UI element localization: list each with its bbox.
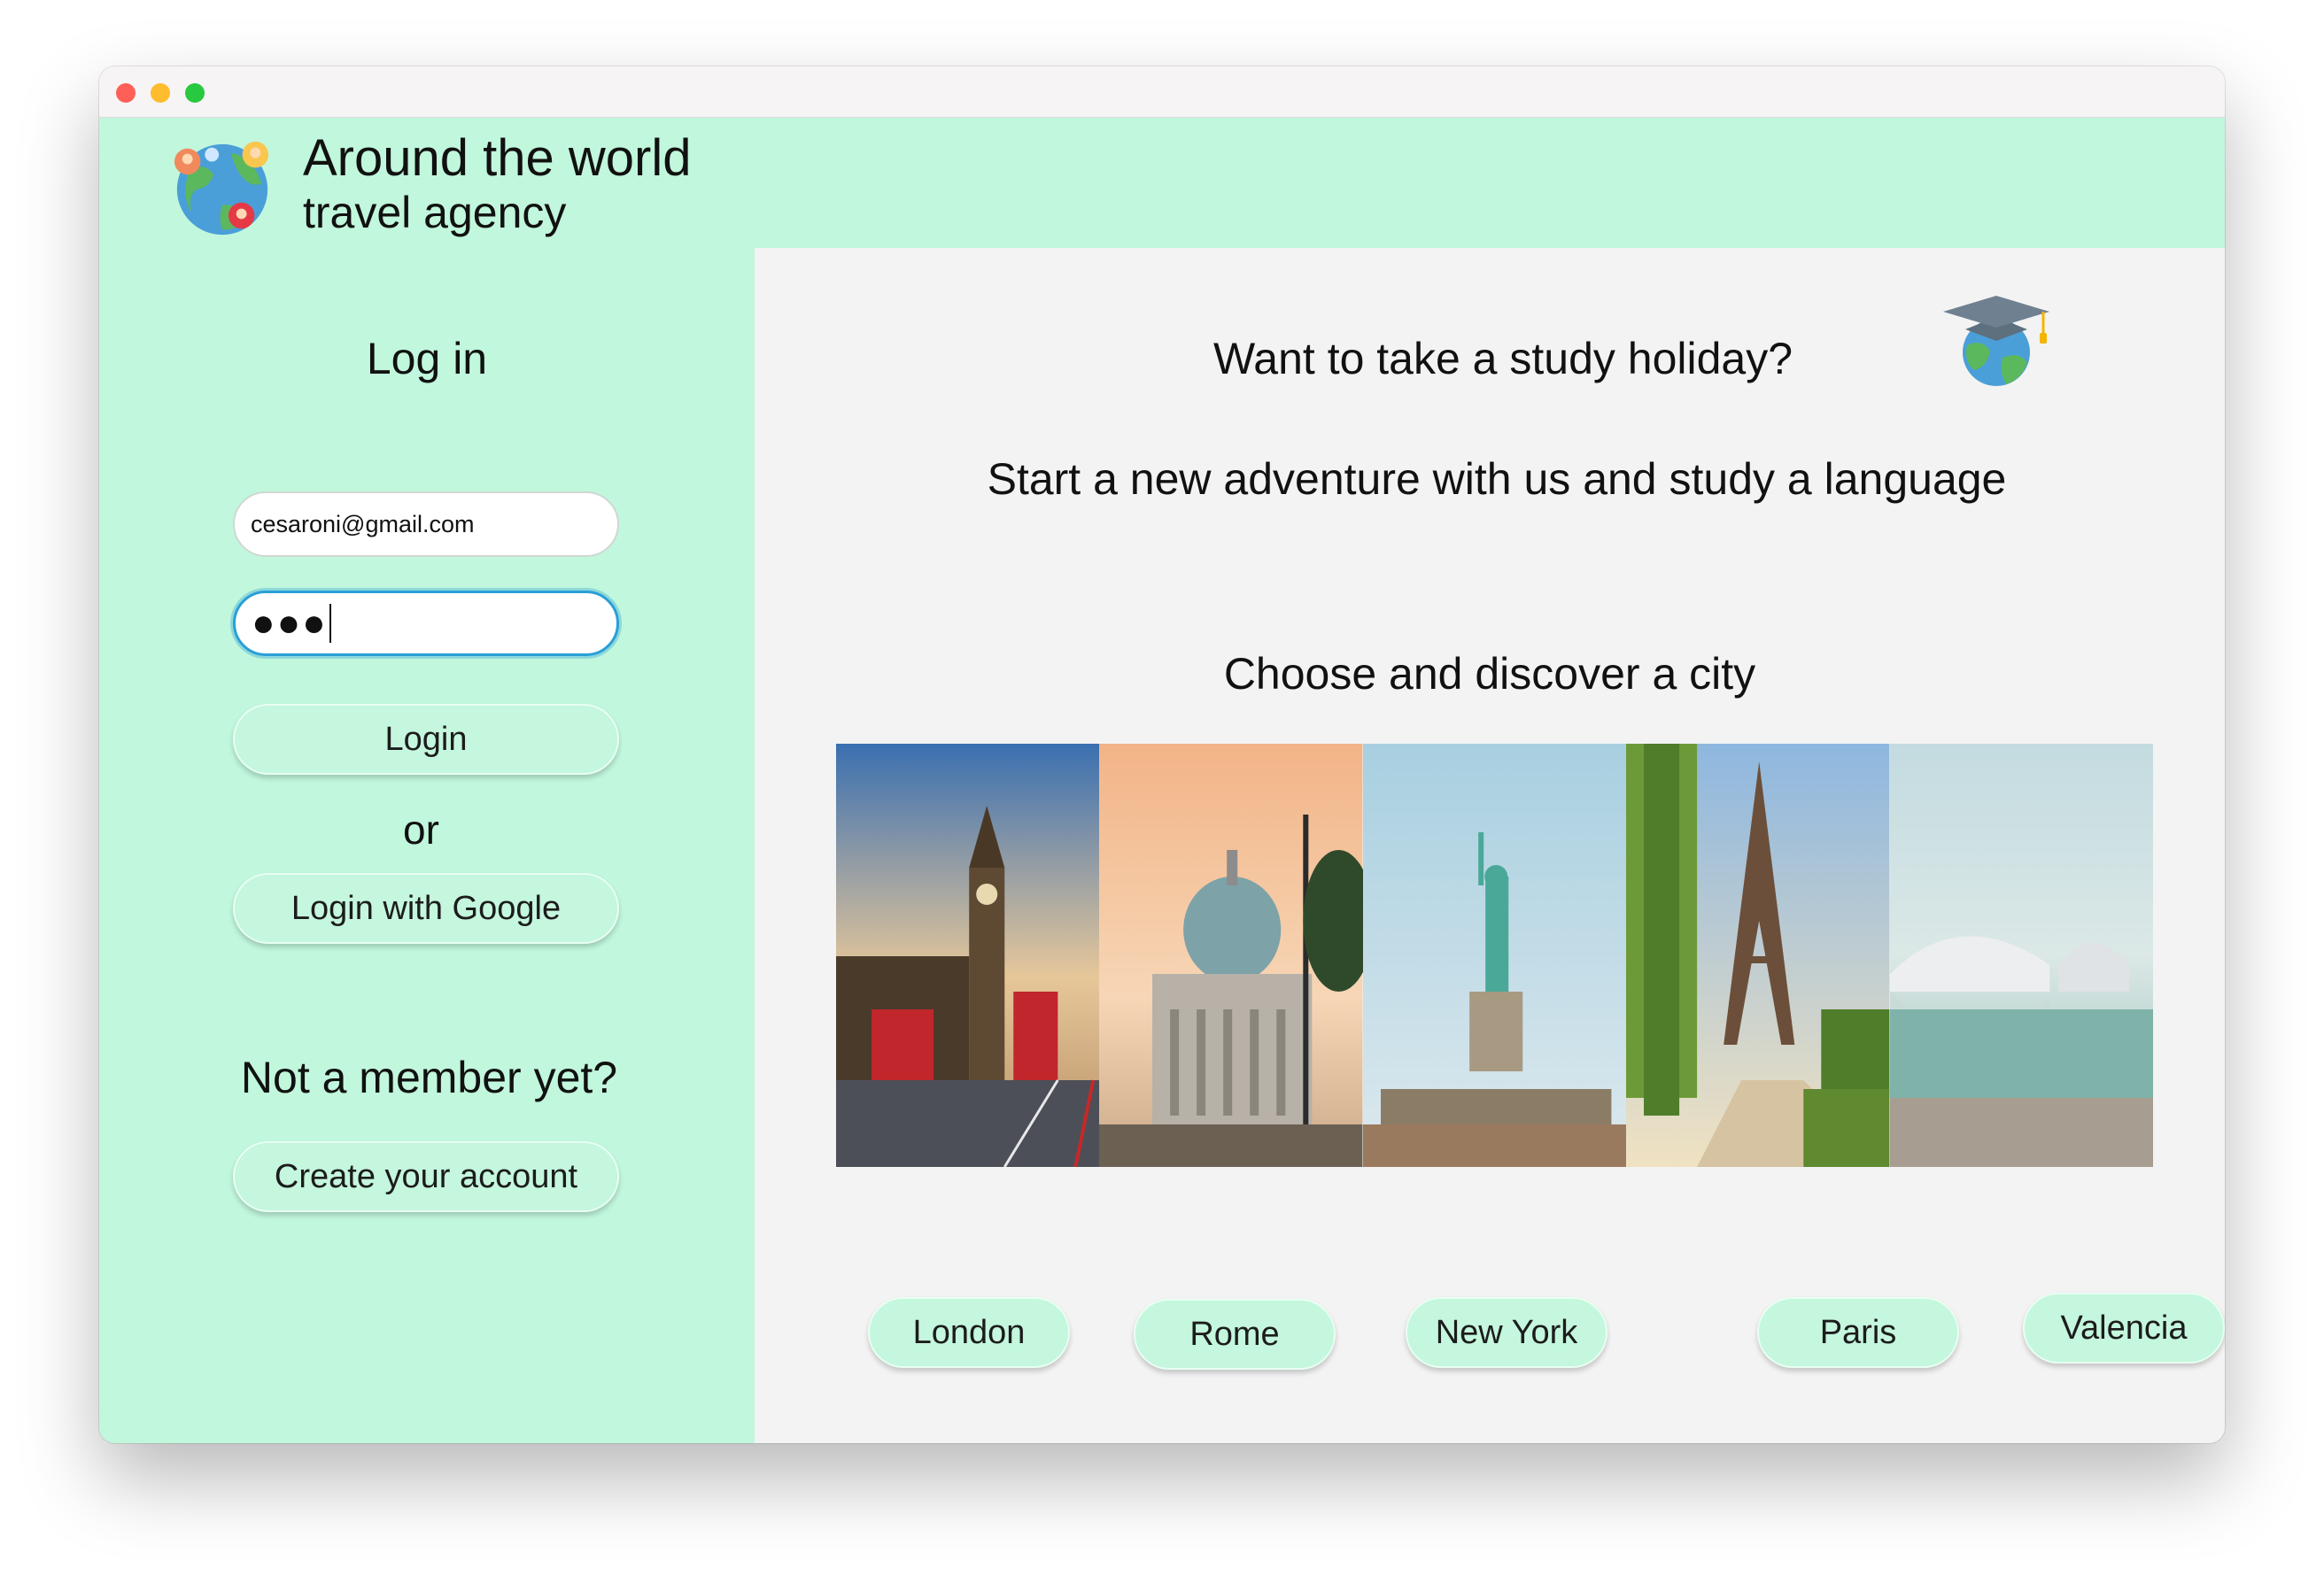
brand-title: Around the world: [303, 129, 692, 187]
create-account-button[interactable]: Create your account: [233, 1141, 619, 1212]
text-caret: [329, 604, 331, 643]
city-button-paris[interactable]: Paris: [1757, 1297, 1959, 1368]
close-window-button[interactable]: [116, 83, 136, 103]
st-peters-basilica-photo[interactable]: [1099, 744, 1363, 1167]
globe-people-icon: [174, 141, 269, 236]
app-header: Around the world travel agency: [99, 118, 2225, 248]
app-window: Around the world travel agency Log in ●●…: [99, 66, 2225, 1443]
password-mask: ●●●: [252, 601, 328, 645]
zoom-window-button[interactable]: [185, 83, 205, 103]
city-of-arts-and-sciences-photo[interactable]: [1889, 744, 2153, 1167]
login-panel: Log in ●●● Login or Login with Google No…: [99, 248, 755, 1443]
login-button[interactable]: Login: [233, 704, 619, 775]
login-heading: Log in: [366, 334, 488, 383]
not-member-prompt: Not a member yet?: [240, 1053, 618, 1102]
big-ben-photo[interactable]: [836, 744, 1100, 1167]
city-photo-strip: [836, 744, 2153, 1167]
statue-of-liberty-photo[interactable]: [1362, 744, 1627, 1167]
login-with-google-button[interactable]: Login with Google: [233, 873, 619, 944]
city-button-rome[interactable]: Rome: [1134, 1299, 1336, 1370]
graduation-cap-globe-icon: [1943, 296, 2049, 386]
promo-panel: Want to take a study holiday? Start a ne…: [755, 248, 2225, 1443]
minimize-window-button[interactable]: [151, 83, 170, 103]
email-field[interactable]: [233, 491, 619, 557]
city-button-valencia[interactable]: Valencia: [2023, 1293, 2225, 1364]
brand-subtitle: travel agency: [303, 188, 567, 237]
study-subtitle: Start a new adventure with us and study …: [987, 454, 2007, 504]
city-button-new-york[interactable]: New York: [1406, 1297, 1607, 1368]
city-button-london[interactable]: London: [868, 1297, 1070, 1368]
title-bar: [99, 66, 2225, 118]
choose-city-title: Choose and discover a city: [1223, 649, 1756, 699]
eiffel-tower-photo[interactable]: [1626, 744, 1890, 1167]
password-field[interactable]: ●●●: [233, 591, 619, 656]
or-separator: or: [403, 807, 439, 853]
